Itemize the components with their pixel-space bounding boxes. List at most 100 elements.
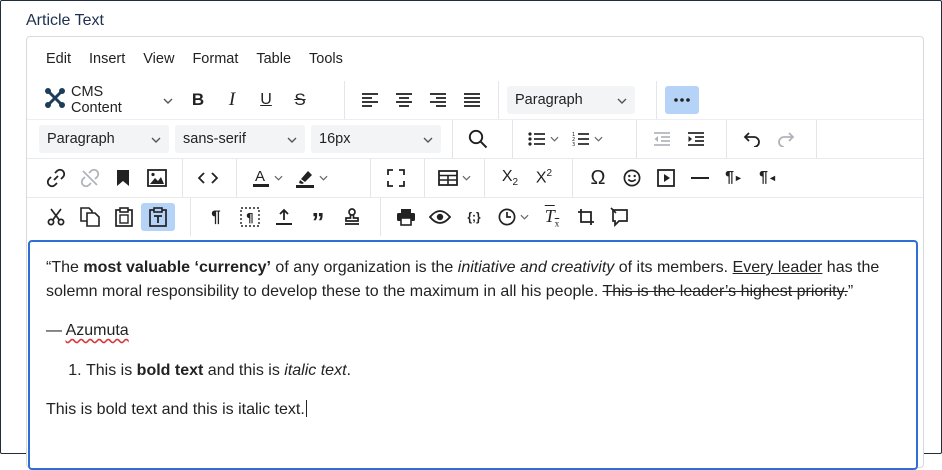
copy-button[interactable]	[73, 203, 107, 231]
blockquote-button[interactable]: ”	[301, 203, 335, 237]
font-family-dropdown[interactable]: sans-serif	[175, 125, 305, 153]
editor-body[interactable]: “The most valuable ‘currency’ of any org…	[46, 256, 896, 438]
toolbar-group-tools: {;} Tx	[381, 198, 649, 236]
align-left-button[interactable]	[353, 86, 387, 114]
emoticons-button[interactable]	[615, 164, 649, 192]
indent-button[interactable]	[679, 125, 713, 153]
paste-text-icon	[149, 207, 167, 227]
chevron-down-icon	[151, 131, 161, 147]
clear-formatting-button[interactable]: Tx	[535, 203, 569, 231]
italic-button[interactable]: I	[215, 86, 249, 114]
insert-page-break-button[interactable]	[267, 203, 301, 231]
subscript-button[interactable]: X2	[493, 164, 527, 192]
more-options-button[interactable]	[665, 86, 699, 114]
cut-button[interactable]	[39, 203, 73, 231]
block-format-dropdown[interactable]: Paragraph	[507, 86, 635, 114]
bookmark-icon	[116, 169, 130, 187]
align-center-button[interactable]	[387, 86, 421, 114]
subscript-icon: X2	[501, 167, 519, 189]
redo-button[interactable]	[769, 125, 803, 153]
menu-table[interactable]: Table	[247, 51, 300, 71]
copy-icon	[80, 207, 100, 227]
menu-format[interactable]: Format	[183, 51, 247, 71]
editor-content-area[interactable]: “The most valuable ‘currency’ of any org…	[28, 240, 918, 470]
outdent-button[interactable]	[645, 125, 679, 153]
toolbar-group-align	[345, 81, 499, 119]
bullet-list-button[interactable]	[521, 125, 565, 153]
numbered-list-button[interactable]: 123	[565, 125, 609, 153]
paste-button[interactable]	[107, 203, 141, 231]
toolbar-group-indent	[637, 120, 727, 158]
cms-content-dropdown[interactable]: CMS Content	[41, 84, 181, 116]
unlink-button[interactable]	[73, 164, 107, 192]
visual-blocks-button[interactable]: ¶	[233, 203, 267, 231]
highlight-color-button[interactable]	[289, 164, 333, 192]
preview-button[interactable]	[423, 203, 457, 231]
bookmark-button[interactable]	[107, 164, 141, 192]
menu-tools[interactable]: Tools	[300, 51, 352, 71]
strikethrough-button[interactable]: S	[283, 86, 317, 114]
find-replace-button[interactable]	[461, 125, 495, 153]
quote-strikethrough: This is the leader’s highest priority.	[602, 282, 848, 300]
highlighter-icon	[295, 168, 315, 188]
insert-link-button[interactable]	[39, 164, 73, 192]
align-right-button[interactable]	[421, 86, 455, 114]
insert-datetime-button[interactable]	[491, 203, 535, 231]
align-right-icon	[429, 93, 447, 107]
insert-image-button[interactable]	[140, 164, 174, 192]
underline-button[interactable]: U	[249, 86, 283, 114]
toolbar-group-blocks: Paragraph	[499, 81, 657, 119]
braces-icon: {;}	[467, 210, 481, 224]
menu-insert[interactable]: Insert	[80, 51, 134, 71]
font-size-dropdown[interactable]: 16px	[311, 125, 441, 153]
show-blocks-button[interactable]: ¶	[199, 203, 233, 231]
crop-button[interactable]	[569, 203, 603, 231]
toolbar-group-fullscreen	[371, 159, 425, 197]
toolbar-group-history	[727, 120, 817, 158]
rtl-button[interactable]: ¶◄	[751, 164, 785, 192]
toolbar-group-insert: Ω ¶► ¶◄	[573, 159, 817, 197]
quote-paragraph: “The most valuable ‘currency’ of any org…	[46, 256, 896, 303]
svg-text:A: A	[255, 168, 265, 185]
printer-icon	[396, 208, 416, 226]
toolbar-group-more	[657, 81, 717, 119]
italic-icon: I	[228, 89, 236, 110]
bold-button[interactable]: B	[181, 86, 215, 114]
paragraph-value: Paragraph	[47, 131, 115, 147]
menu-edit[interactable]: Edit	[37, 51, 80, 71]
stamp-button[interactable]	[335, 203, 369, 231]
print-button[interactable]	[389, 203, 423, 231]
clock-icon	[498, 208, 516, 226]
toolbar-group-fonts: Paragraph sans-serif 16px	[27, 120, 453, 158]
list-text: This is	[86, 361, 137, 379]
comment-button[interactable]	[603, 203, 637, 231]
search-icon	[468, 129, 488, 149]
insert-media-button[interactable]	[649, 164, 683, 192]
rtl-icon: ¶◄	[759, 169, 777, 186]
source-code-button[interactable]	[191, 164, 225, 192]
outdent-icon	[653, 132, 671, 146]
smiley-icon	[623, 169, 641, 187]
superscript-button[interactable]: X2	[527, 164, 561, 192]
paragraph-dropdown[interactable]: Paragraph	[39, 125, 169, 153]
cms-content-label: CMS Content	[71, 84, 122, 116]
text-color-button[interactable]: A	[245, 164, 289, 192]
align-justify-button[interactable]	[455, 86, 489, 114]
horizontal-rule-button[interactable]	[683, 164, 717, 192]
clear-format-icon: Tx	[544, 205, 560, 229]
undo-icon	[743, 131, 761, 147]
fullscreen-button[interactable]	[379, 164, 413, 192]
quote-icon: ”	[311, 207, 325, 237]
special-character-button[interactable]: Ω	[581, 164, 615, 192]
list-text: .	[346, 361, 351, 379]
table-button[interactable]	[433, 164, 476, 192]
template-button[interactable]: {;}	[457, 203, 491, 231]
image-icon	[147, 169, 168, 187]
paste-as-text-button[interactable]	[141, 203, 175, 231]
ltr-button[interactable]: ¶►	[717, 164, 751, 192]
undo-button[interactable]	[735, 125, 769, 153]
menu-view[interactable]: View	[134, 51, 183, 71]
toolbar-group-clipboard	[27, 198, 191, 236]
bullet-list-icon	[527, 132, 546, 146]
page-break-icon	[275, 208, 293, 226]
